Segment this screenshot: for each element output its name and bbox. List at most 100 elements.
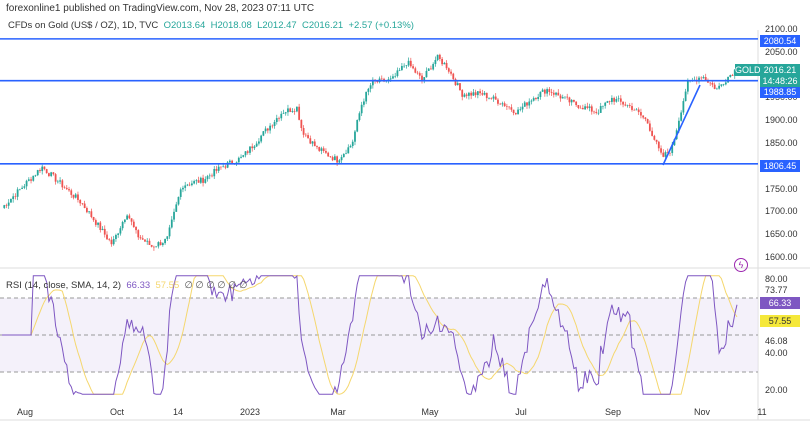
candle: [470, 92, 473, 96]
candle: [602, 105, 604, 107]
candle: [432, 64, 435, 70]
candle: [188, 184, 191, 186]
candle: [367, 88, 370, 92]
candle: [97, 222, 99, 225]
candle: [394, 75, 397, 77]
candle: [159, 242, 162, 246]
candle: [18, 188, 21, 190]
candle: [197, 180, 200, 183]
candle: [434, 59, 437, 65]
candle: [557, 92, 560, 96]
candle: [646, 119, 649, 124]
candle: [360, 104, 363, 114]
candle: [423, 77, 426, 81]
candle: [224, 166, 227, 168]
candle: [430, 68, 432, 70]
candle: [615, 99, 618, 102]
candle: [472, 92, 475, 96]
candle: [640, 112, 642, 116]
candle: [599, 106, 602, 113]
candle: [365, 91, 368, 102]
candle: [664, 152, 667, 157]
candle: [90, 211, 93, 218]
candle: [590, 106, 593, 112]
candle: [193, 181, 196, 184]
candle: [438, 54, 441, 59]
candle: [718, 85, 721, 89]
candle: [108, 239, 111, 240]
candle: [77, 194, 79, 200]
price-tick: 1650.00: [765, 229, 798, 240]
candle: [271, 125, 274, 127]
candle: [657, 141, 660, 149]
candle: [255, 143, 258, 147]
trend-line: [662, 84, 701, 166]
lightning-icon[interactable]: ϟ: [734, 258, 748, 272]
candle: [416, 72, 419, 74]
candle: [289, 108, 292, 112]
candle: [273, 121, 276, 126]
candle: [115, 234, 117, 240]
candle: [452, 73, 455, 80]
candle: [521, 106, 524, 110]
candle: [575, 101, 578, 106]
candle: [633, 109, 636, 111]
candle: [70, 190, 73, 195]
candle: [164, 238, 166, 244]
candle: [146, 240, 149, 242]
candle: [631, 106, 633, 110]
candle: [729, 74, 732, 77]
time-tick: Sep: [604, 407, 622, 417]
candle: [182, 187, 184, 190]
candle: [564, 96, 566, 98]
candle: [546, 89, 549, 94]
candle: [619, 98, 622, 102]
candle: [490, 98, 493, 99]
candle: [7, 202, 10, 206]
candle: [727, 76, 729, 83]
candle: [155, 246, 158, 248]
candle: [228, 160, 231, 163]
candle: [88, 211, 91, 213]
price-tick: 2100.00: [765, 24, 798, 34]
candle: [535, 98, 537, 99]
candle: [278, 118, 280, 119]
candle: [331, 157, 334, 161]
candle: [427, 68, 430, 71]
candle: [720, 84, 723, 86]
candle: [222, 166, 225, 168]
candle: [202, 177, 204, 183]
candle: [251, 146, 254, 149]
candle: [405, 65, 408, 67]
candle: [398, 69, 401, 71]
candle: [190, 183, 193, 186]
countdown-tag: 14:48:26: [760, 75, 800, 87]
candle: [519, 109, 522, 110]
candle: [340, 157, 343, 161]
candle: [510, 107, 513, 110]
price-chart[interactable]: [0, 0, 810, 431]
candle: [537, 97, 540, 99]
candle: [597, 112, 600, 114]
candle: [421, 75, 423, 81]
candle: [566, 96, 569, 98]
candle: [170, 219, 173, 228]
candle: [148, 240, 151, 245]
time-tick: Nov: [693, 407, 711, 417]
candle: [61, 180, 64, 188]
rsi-label[interactable]: RSI (14, close, SMA, 14, 2): [6, 280, 121, 291]
candle: [389, 78, 392, 80]
candle: [63, 187, 66, 188]
candle: [414, 68, 417, 73]
candle: [543, 89, 546, 94]
candle: [512, 109, 515, 114]
candle: [363, 101, 365, 105]
time-tick: Oct: [109, 407, 125, 417]
candle: [584, 106, 586, 110]
time-tick: Aug: [16, 407, 34, 417]
candle: [211, 175, 213, 177]
candle: [204, 179, 207, 183]
candle: [465, 94, 468, 96]
rsi-sma-value: 57.55: [155, 280, 180, 291]
candle: [568, 97, 571, 103]
